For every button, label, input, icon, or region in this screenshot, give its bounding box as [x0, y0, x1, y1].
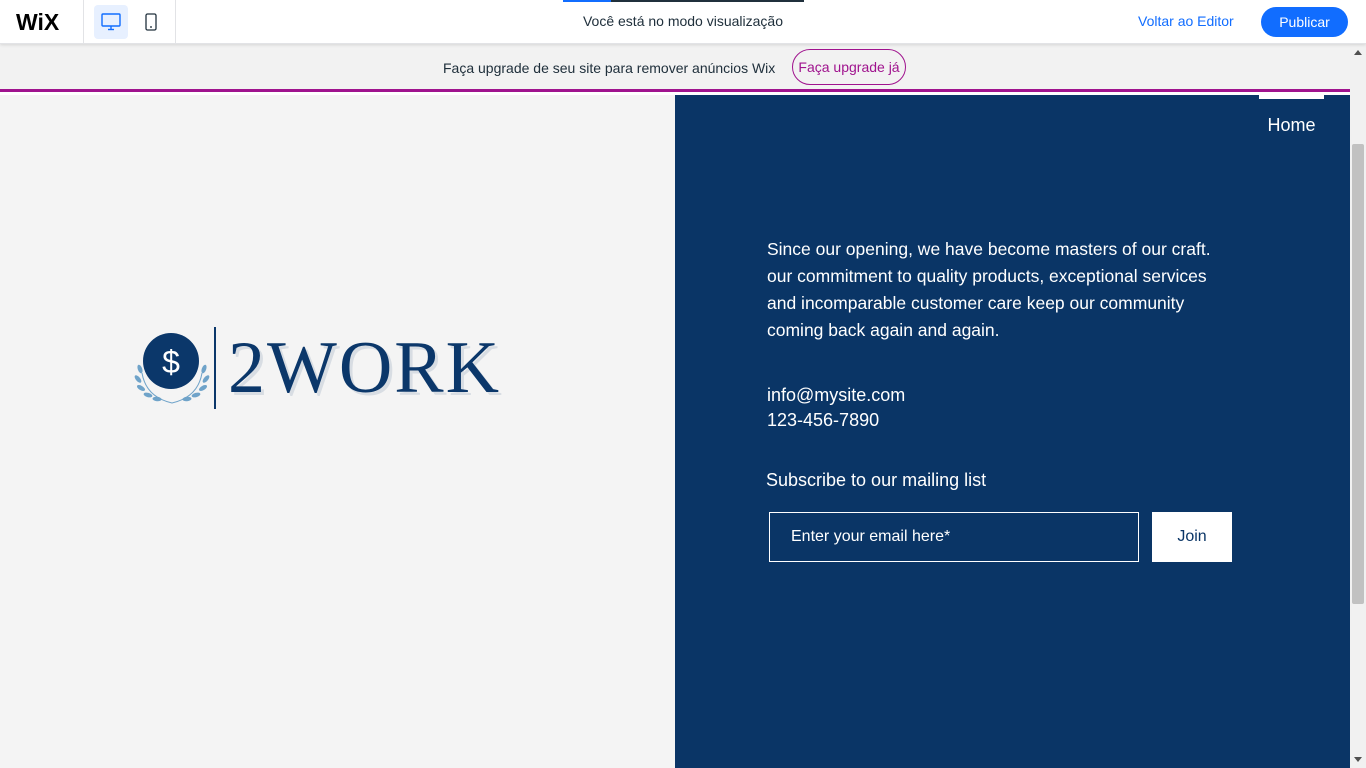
svg-text:WiX: WiX — [16, 10, 60, 34]
contact-email[interactable]: info@mysite.com — [767, 385, 905, 406]
preview-topbar: WiX Você está no modo visualização Volta… — [0, 0, 1366, 44]
logo-wordmark: 2WORK — [228, 327, 502, 409]
logo-divider — [214, 327, 216, 409]
back-to-editor-link[interactable]: Voltar ao Editor — [1138, 13, 1234, 29]
mobile-icon — [145, 13, 157, 31]
site-left-panel: $ 2WORK — [0, 95, 675, 768]
contact-phone: 123-456-7890 — [767, 410, 880, 430]
scroll-up-icon[interactable] — [1354, 50, 1362, 55]
device-switcher — [83, 0, 176, 44]
scrollbar-thumb[interactable] — [1352, 144, 1364, 604]
upgrade-banner-text: Faça upgrade de seu site para remover an… — [443, 60, 776, 76]
scroll-down-icon[interactable] — [1354, 757, 1362, 762]
upgrade-banner: Faça upgrade de seu site para remover an… — [0, 44, 1350, 92]
desktop-view-button[interactable] — [94, 5, 128, 39]
desktop-icon — [101, 13, 121, 31]
wix-logo[interactable]: WiX — [16, 10, 70, 34]
email-field[interactable] — [769, 512, 1139, 562]
nav-item-home[interactable]: Home — [1259, 95, 1324, 145]
loading-indicator — [563, 0, 804, 2]
site-logo[interactable]: $ 2WORK — [132, 327, 532, 409]
mobile-view-button[interactable] — [134, 5, 168, 39]
svg-text:$: $ — [162, 344, 180, 380]
publish-button[interactable]: Publicar — [1261, 7, 1348, 37]
page-scrollbar[interactable] — [1350, 44, 1366, 768]
upgrade-button[interactable]: Faça upgrade já — [792, 49, 906, 85]
about-paragraph: Since our opening, we have become master… — [767, 239, 1211, 340]
dollar-laurel-icon: $ — [134, 333, 210, 404]
subscribe-heading: Subscribe to our mailing list — [766, 470, 987, 490]
site-right-panel: Home Since our opening, we have become m… — [675, 95, 1350, 768]
join-button[interactable]: Join — [1152, 512, 1232, 562]
